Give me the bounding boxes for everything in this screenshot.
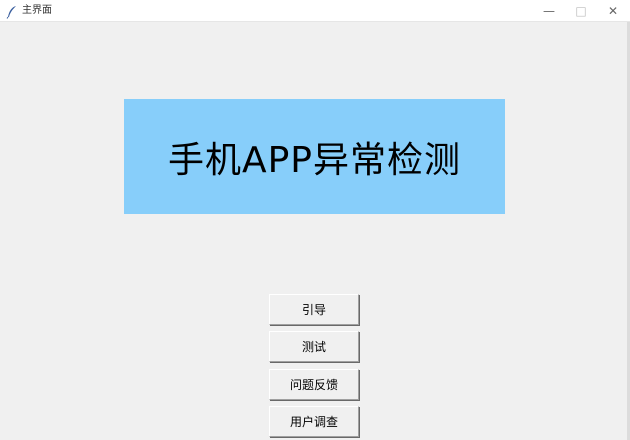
- maximize-button[interactable]: □: [565, 0, 597, 22]
- close-button[interactable]: ✕: [597, 0, 629, 22]
- main-window: 主界面 — □ ✕ 手机APP异常检测 引导 测试 问题反馈 用户调查: [0, 0, 630, 440]
- title-banner: 手机APP异常检测: [124, 99, 505, 214]
- maximize-icon: □: [575, 4, 587, 18]
- close-icon: ✕: [607, 4, 619, 18]
- banner-title: 手机APP异常检测: [167, 139, 462, 181]
- user-survey-button[interactable]: 用户调查: [269, 406, 359, 437]
- minimize-button[interactable]: —: [533, 0, 565, 22]
- window-title: 主界面: [22, 5, 52, 16]
- test-button[interactable]: 测试: [269, 331, 359, 362]
- title-bar: 主界面 — □ ✕: [0, 0, 630, 22]
- guide-button[interactable]: 引导: [269, 294, 359, 325]
- minimize-icon: —: [543, 4, 555, 18]
- feedback-button[interactable]: 问题反馈: [269, 369, 359, 400]
- feather-icon: [6, 4, 18, 19]
